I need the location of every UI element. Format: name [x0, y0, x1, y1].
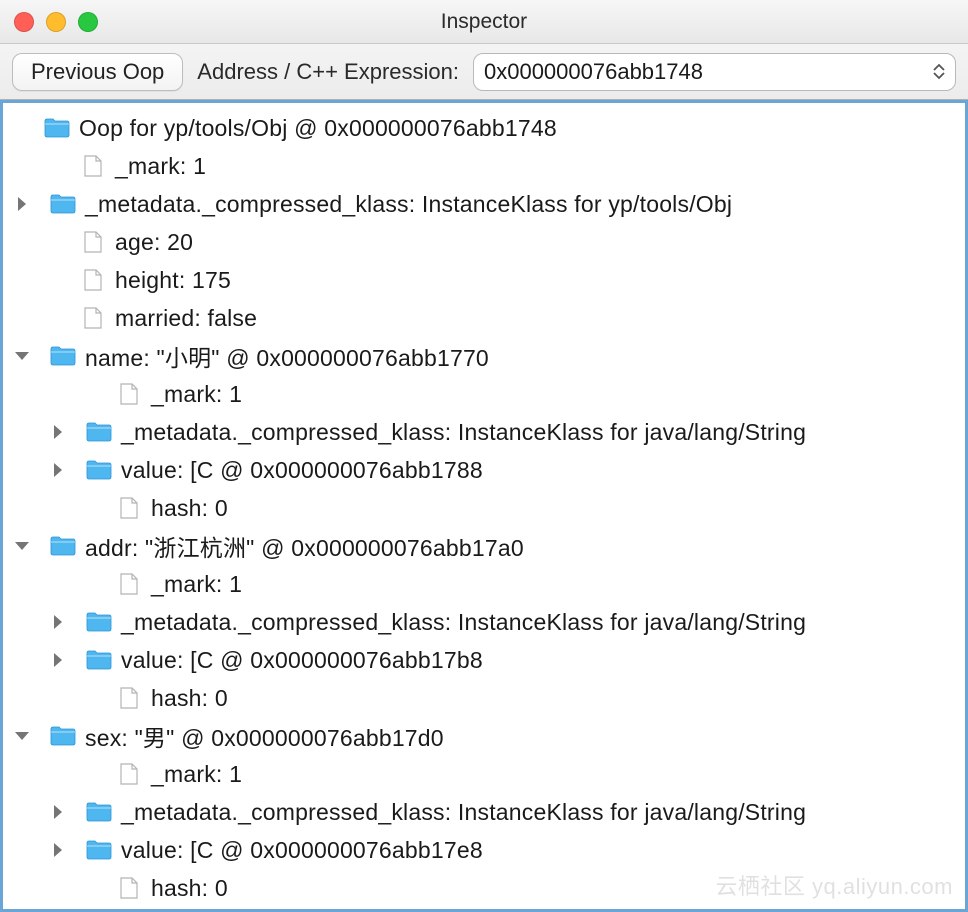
tree-view[interactable]: Oop for yp/tools/Obj @ 0x000000076abb174… [0, 100, 968, 912]
inspector-window: Inspector Previous Oop Address / C++ Exp… [0, 0, 968, 912]
close-window-button[interactable] [14, 12, 34, 32]
tree-row-sex-hash[interactable]: hash: 0 [9, 869, 963, 907]
tree-row-addr[interactable]: addr: "浙江杭洲" @ 0x000000076abb17a0 [9, 527, 963, 565]
combobox-stepper[interactable] [933, 64, 945, 80]
tree-row-metadata[interactable]: _metadata._compressed_klass: InstanceKla… [9, 185, 963, 223]
tree-row-addr-meta[interactable]: _metadata._compressed_klass: InstanceKla… [9, 603, 963, 641]
tree-label: _mark: 1 [151, 571, 242, 598]
address-combobox[interactable]: 0x000000076abb1748 [473, 53, 956, 91]
tree-row-age[interactable]: age: 20 [9, 223, 963, 261]
address-label: Address / C++ Expression: [197, 59, 459, 85]
tree-label: _metadata._compressed_klass: InstanceKla… [121, 419, 806, 446]
window-controls [14, 12, 98, 32]
address-value: 0x000000076abb1748 [484, 59, 925, 85]
file-icon [117, 876, 141, 900]
tree-label: _mark: 1 [151, 381, 242, 408]
tree-row-mark[interactable]: _mark: 1 [9, 147, 963, 185]
tree-row-name-mark[interactable]: _mark: 1 [9, 375, 963, 413]
folder-icon [50, 534, 76, 558]
folder-icon [86, 610, 112, 634]
tree-row-sex[interactable]: sex: "男" @ 0x000000076abb17d0 [9, 717, 963, 755]
tree-row-height[interactable]: height: 175 [9, 261, 963, 299]
tree-row-sex-mark[interactable]: _mark: 1 [9, 755, 963, 793]
folder-icon [50, 724, 76, 748]
tree-label: sex: "男" @ 0x000000076abb17d0 [85, 719, 444, 753]
file-icon [117, 496, 141, 520]
tree-label: value: [C @ 0x000000076abb17b8 [121, 647, 483, 674]
tree-label: hash: 0 [151, 875, 228, 902]
previous-oop-label: Previous Oop [31, 59, 164, 85]
toolbar: Previous Oop Address / C++ Expression: 0… [0, 44, 968, 100]
disclosure-right-icon[interactable] [51, 804, 65, 820]
disclosure-down-icon[interactable] [14, 539, 30, 553]
tree-label: age: 20 [115, 229, 193, 256]
tree-row-addr-hash[interactable]: hash: 0 [9, 679, 963, 717]
tree-row-sex-value[interactable]: value: [C @ 0x000000076abb17e8 [9, 831, 963, 869]
disclosure-right-icon[interactable] [51, 652, 65, 668]
window-title: Inspector [0, 10, 968, 34]
disclosure-down-icon[interactable] [14, 729, 30, 743]
tree-label: hash: 0 [151, 685, 228, 712]
file-icon [117, 686, 141, 710]
zoom-window-button[interactable] [78, 12, 98, 32]
folder-icon [86, 800, 112, 824]
tree-label: Oop for yp/tools/Obj @ 0x000000076abb174… [79, 115, 557, 142]
folder-icon [86, 458, 112, 482]
disclosure-right-icon[interactable] [51, 842, 65, 858]
chevron-up-icon [933, 64, 945, 72]
file-icon [81, 306, 105, 330]
tree-row-root[interactable]: Oop for yp/tools/Obj @ 0x000000076abb174… [9, 109, 963, 147]
tree-row-addr-value[interactable]: value: [C @ 0x000000076abb17b8 [9, 641, 963, 679]
folder-icon [86, 648, 112, 672]
disclosure-down-icon[interactable] [14, 349, 30, 363]
tree-row-addr-mark[interactable]: _mark: 1 [9, 565, 963, 603]
tree-label: married: false [115, 305, 257, 332]
tree-label: addr: "浙江杭洲" @ 0x000000076abb17a0 [85, 529, 524, 563]
file-icon [117, 572, 141, 596]
folder-icon [50, 192, 76, 216]
tree-row-married[interactable]: married: false [9, 299, 963, 337]
tree-label: name: "小明" @ 0x000000076abb1770 [85, 339, 489, 373]
tree-label: value: [C @ 0x000000076abb17e8 [121, 837, 483, 864]
previous-oop-button[interactable]: Previous Oop [12, 53, 183, 91]
tree-row-name-hash[interactable]: hash: 0 [9, 489, 963, 527]
disclosure-right-icon[interactable] [15, 196, 29, 212]
file-icon [81, 268, 105, 292]
tree-row-name-meta[interactable]: _metadata._compressed_klass: InstanceKla… [9, 413, 963, 451]
folder-icon [86, 838, 112, 862]
tree-label: _mark: 1 [151, 761, 242, 788]
file-icon [117, 382, 141, 406]
folder-icon [50, 344, 76, 368]
disclosure-right-icon[interactable] [51, 462, 65, 478]
chevron-down-icon [933, 72, 945, 80]
tree-label: _metadata._compressed_klass: InstanceKla… [121, 799, 806, 826]
tree-label: _metadata._compressed_klass: InstanceKla… [85, 191, 732, 218]
folder-icon [86, 420, 112, 444]
disclosure-right-icon[interactable] [51, 614, 65, 630]
tree-row-name-value[interactable]: value: [C @ 0x000000076abb1788 [9, 451, 963, 489]
tree-row-name[interactable]: name: "小明" @ 0x000000076abb1770 [9, 337, 963, 375]
titlebar: Inspector [0, 0, 968, 44]
tree-label: hash: 0 [151, 495, 228, 522]
tree-label: _metadata._compressed_klass: InstanceKla… [121, 609, 806, 636]
disclosure-right-icon[interactable] [51, 424, 65, 440]
tree-label: height: 175 [115, 267, 231, 294]
file-icon [81, 230, 105, 254]
file-icon [81, 154, 105, 178]
tree-label: _mark: 1 [115, 153, 206, 180]
folder-icon [44, 116, 70, 140]
minimize-window-button[interactable] [46, 12, 66, 32]
tree-label: value: [C @ 0x000000076abb1788 [121, 457, 483, 484]
tree-row-sex-meta[interactable]: _metadata._compressed_klass: InstanceKla… [9, 793, 963, 831]
file-icon [117, 762, 141, 786]
